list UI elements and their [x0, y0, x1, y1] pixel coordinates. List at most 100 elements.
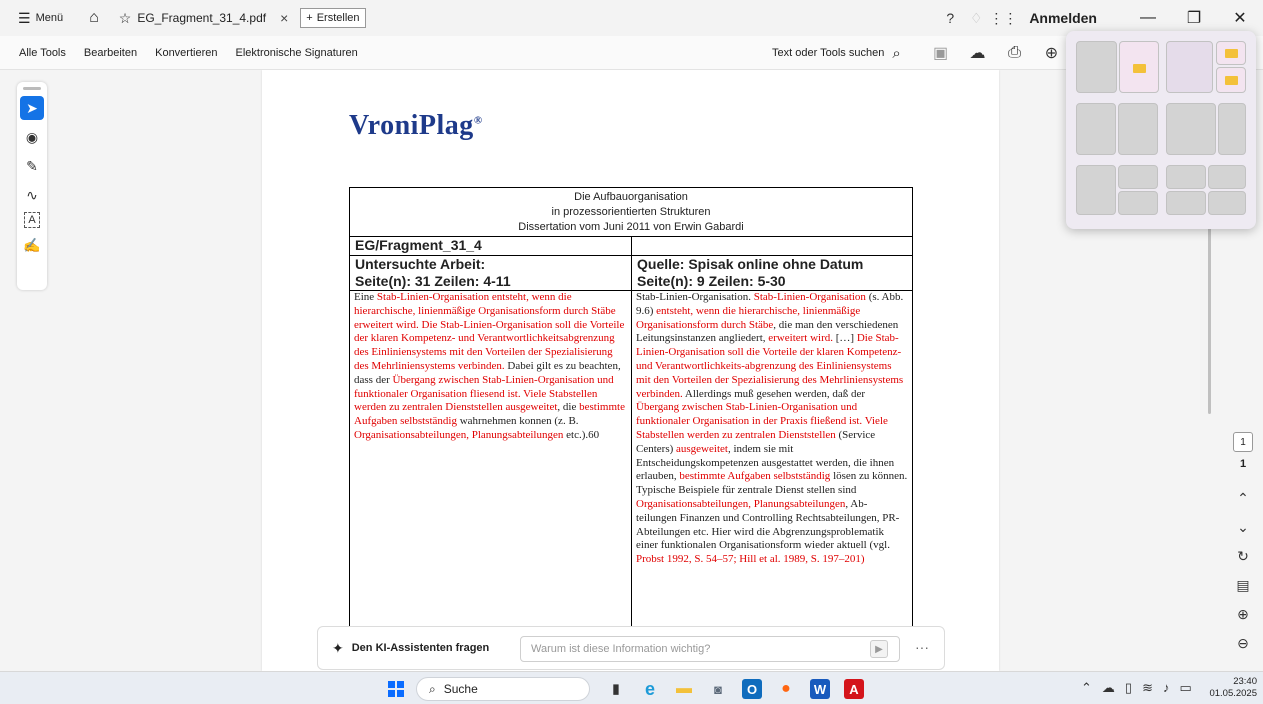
- menu-convert[interactable]: Konvertieren: [155, 47, 217, 59]
- page-fit-icon[interactable]: ▤: [1231, 571, 1255, 600]
- matched-text-segment: Organisationsabteilungen, Planungsabteil…: [354, 428, 564, 441]
- snap-option[interactable]: [1166, 103, 1216, 155]
- menu-edit[interactable]: Bearbeiten: [84, 47, 137, 59]
- apps-grid-icon[interactable]: ⋮⋮: [989, 10, 1017, 27]
- clock-date: 01.05.2025: [1209, 688, 1257, 699]
- source-text: Stab-Linien-Organisation. Stab-Linien-Or…: [631, 290, 913, 631]
- snap-option[interactable]: [1166, 191, 1206, 215]
- chevron-up-icon[interactable]: ⌃: [1081, 680, 1092, 696]
- draw-freehand-icon[interactable]: ∿: [20, 183, 44, 207]
- snap-option[interactable]: [1119, 41, 1159, 93]
- rail-grip[interactable]: [23, 87, 41, 90]
- snap-option[interactable]: [1118, 165, 1158, 189]
- ai-sparkle-icon: ✦: [332, 639, 344, 656]
- text-segment: wahrnehmen konnen (z. B.: [456, 415, 579, 428]
- snap-option[interactable]: [1218, 103, 1246, 155]
- volume-icon[interactable]: ♪: [1163, 680, 1170, 696]
- examined-work-title: Untersuchte Arbeit:: [355, 256, 486, 272]
- text-segment: , die: [557, 401, 580, 414]
- search-text-icon[interactable]: ⊕: [1033, 43, 1070, 63]
- select-cursor-icon[interactable]: ➤: [20, 96, 44, 120]
- snap-option[interactable]: [1166, 41, 1213, 93]
- home-icon[interactable]: ⌂: [89, 9, 99, 27]
- star-icon[interactable]: ☆: [119, 10, 132, 27]
- folder-icon: [1133, 64, 1146, 73]
- menu-all-tools[interactable]: Alle Tools: [19, 47, 66, 59]
- snap-option[interactable]: [1166, 165, 1206, 189]
- snap-option[interactable]: [1216, 41, 1246, 65]
- matched-text-segment: bestimmte Aufgaben selbstständig: [679, 470, 831, 483]
- taskbar: ⌕ Suche ▮ e ▬ ◙ O ● W A ⌃ ☁ ▯ ≋ ♪ ▭ 23:4…: [0, 671, 1263, 704]
- source-pages: Seite(n): 9 Zeilen: 5-30: [637, 273, 786, 289]
- outlook-icon[interactable]: O: [742, 679, 762, 699]
- send-icon[interactable]: ▶: [870, 640, 888, 658]
- snap-option[interactable]: [1216, 67, 1246, 93]
- search-icon: ⌕: [429, 681, 436, 696]
- chevron-down-icon[interactable]: ⌄: [1231, 513, 1255, 542]
- close-window-icon[interactable]: ✕: [1217, 8, 1263, 28]
- restore-icon[interactable]: ❐: [1171, 8, 1217, 28]
- snap-option[interactable]: [1208, 191, 1246, 215]
- clock[interactable]: 23:40 01.05.2025: [1209, 676, 1257, 700]
- snap-option[interactable]: [1076, 103, 1116, 155]
- onedrive-icon[interactable]: ☁: [1102, 680, 1115, 696]
- file-explorer-icon[interactable]: ▬: [671, 676, 697, 702]
- windows-start-icon[interactable]: [388, 681, 404, 697]
- snap-option[interactable]: [1118, 191, 1158, 215]
- highlight-pen-icon[interactable]: ✎: [20, 154, 44, 178]
- create-button[interactable]: + Erstellen: [300, 8, 366, 28]
- device-icon[interactable]: ▯: [1125, 680, 1132, 696]
- tool-search[interactable]: Text oder Tools suchen ⌕: [772, 36, 901, 70]
- battery-icon[interactable]: ▭: [1179, 680, 1191, 696]
- help-icon[interactable]: ?: [937, 10, 963, 26]
- matched-text-segment: erweitert wird.: [768, 332, 834, 345]
- current-page-input[interactable]: 1: [1233, 432, 1253, 452]
- snap-option[interactable]: [1076, 165, 1116, 215]
- header-line-3: Dissertation vom Juni 2011 von Erwin Gab…: [518, 221, 744, 233]
- zoom-out-icon[interactable]: ⊖: [1231, 629, 1255, 658]
- signin-button[interactable]: Anmelden: [1029, 10, 1097, 26]
- text-segment: Stab-Linien-Organisation.: [636, 291, 754, 303]
- zoom-in-icon[interactable]: ⊕: [1231, 600, 1255, 629]
- task-view-icon[interactable]: ▮: [603, 676, 629, 702]
- folder-icon: [1225, 49, 1238, 58]
- menu-button[interactable]: ☰ Menü: [18, 10, 63, 27]
- chevron-up-icon[interactable]: ⌃: [1231, 484, 1255, 513]
- snap-option[interactable]: [1208, 165, 1246, 189]
- text-box-icon[interactable]: A: [24, 212, 40, 228]
- minimize-icon[interactable]: —: [1125, 9, 1171, 27]
- system-tray: ⌃ ☁ ▯ ≋ ♪ ▭: [1081, 680, 1192, 696]
- pdf-page: VroniPlag® Die Aufbauorganisation in pro…: [262, 70, 999, 671]
- wifi-icon[interactable]: ≋: [1142, 680, 1153, 696]
- camera-icon[interactable]: ◙: [705, 676, 731, 702]
- save-icon[interactable]: ▣: [922, 43, 959, 63]
- quick-actions: ▣ ☁ ⎙ ⊕: [922, 36, 1070, 70]
- refresh-icon[interactable]: ↻: [1231, 542, 1255, 571]
- print-icon[interactable]: ⎙: [996, 44, 1033, 62]
- comment-icon[interactable]: ◉: [20, 125, 44, 149]
- menu-label: Menü: [35, 12, 64, 24]
- acrobat-icon[interactable]: A: [844, 679, 864, 699]
- search-icon: ⌕: [892, 44, 901, 62]
- cloud-upload-icon[interactable]: ☁: [959, 43, 996, 63]
- more-options-icon[interactable]: ···: [915, 639, 929, 655]
- document-tab[interactable]: ☆ EG_Fragment_31_4.pdf ×: [113, 5, 295, 31]
- matched-text-segment: Probst 1992, S. 54–57; Hill et al. 1989,…: [636, 553, 865, 566]
- table-header: Die Aufbauorganisation in prozessorienti…: [349, 187, 913, 237]
- source-title: Quelle: Spisak online ohne Datum: [637, 256, 864, 272]
- word-icon[interactable]: W: [810, 679, 830, 699]
- taskbar-search[interactable]: ⌕ Suche: [416, 677, 590, 701]
- menu-e-signatures[interactable]: Elektronische Signaturen: [235, 47, 357, 59]
- bell-icon[interactable]: ♢: [963, 10, 989, 27]
- ai-question-input[interactable]: [520, 636, 900, 662]
- firefox-icon[interactable]: ●: [773, 676, 799, 702]
- page-controls: 1 1 ⌃ ⌄ ↻ ▤ ⊕ ⊖: [1223, 432, 1263, 658]
- matched-text-segment: Organisationsabteilungen, Planungsabteil…: [636, 497, 846, 510]
- edge-icon[interactable]: e: [637, 676, 663, 702]
- snap-option[interactable]: [1076, 41, 1117, 93]
- sign-icon[interactable]: ✍: [20, 233, 44, 257]
- snap-option[interactable]: [1118, 103, 1158, 155]
- close-tab-icon[interactable]: ×: [280, 10, 288, 26]
- ai-assistant-label[interactable]: Den KI-Assistenten fragen: [352, 642, 490, 654]
- matched-text-segment: Stab-Linien-Organisation: [753, 291, 866, 303]
